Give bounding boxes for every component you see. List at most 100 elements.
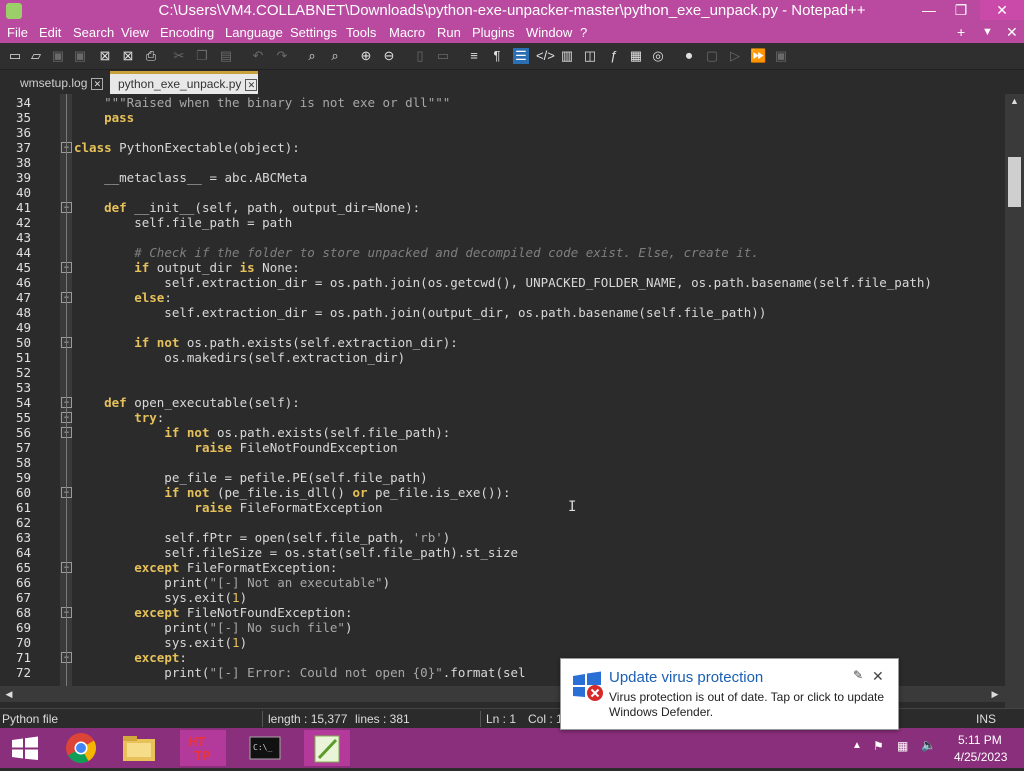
code-line[interactable]: 67 sys.exit(1) (0, 590, 1005, 605)
run-macro-multiple-icon[interactable]: ⏩ (750, 48, 766, 64)
close-icon[interactable]: ⊠ (97, 48, 113, 64)
code-line[interactable]: 63 self.fPtr = open(self.file_path, 'rb'… (0, 530, 1005, 545)
undo-icon[interactable]: ↶ (250, 48, 266, 64)
menu-macro[interactable]: Macro (389, 25, 425, 40)
code-line[interactable]: 37 class PythonExectable(object): (0, 140, 1005, 155)
redo-icon[interactable]: ↷ (274, 48, 290, 64)
close-document-button[interactable]: ✕ (1006, 24, 1018, 41)
menu-plugins[interactable]: Plugins (472, 25, 515, 40)
menu-help[interactable]: ? (580, 25, 587, 40)
code-line[interactable]: 50 if not os.path.exists(self.extraction… (0, 335, 1005, 350)
volume-icon[interactable]: 🔈 (921, 738, 936, 752)
record-macro-icon[interactable]: ⏺ (681, 48, 697, 64)
code-line[interactable]: 51 os.makedirs(self.extraction_dir) (0, 350, 1005, 365)
notification-close-icon[interactable]: ✕ (872, 668, 884, 685)
file-explorer-taskbar-icon[interactable] (116, 730, 162, 766)
playback-icon[interactable]: ▷ (727, 48, 743, 64)
code-line[interactable]: 57 raise FileNotFoundException (0, 440, 1005, 455)
code-line[interactable]: 58 (0, 455, 1005, 470)
pin-icon[interactable]: ✎ (853, 668, 863, 682)
code-line[interactable]: 69 print("[-] No such file") (0, 620, 1005, 635)
menu-tools[interactable]: Tools (346, 25, 376, 40)
print-icon[interactable]: ⎙ (143, 48, 159, 64)
scroll-up-icon[interactable]: ▲ (1005, 94, 1024, 108)
sync-horizontal-icon[interactable]: ▭ (435, 48, 451, 64)
clock-date[interactable]: 4/25/2023 (954, 750, 1007, 764)
zoom-out-icon[interactable]: ⊖ (381, 48, 397, 64)
document-list-icon[interactable]: ◫ (582, 48, 598, 64)
code-line[interactable]: 68 except FileNotFoundException: (0, 605, 1005, 620)
new-tab-button[interactable]: + (957, 24, 965, 40)
code-line[interactable]: 53 (0, 380, 1005, 395)
show-all-chars-icon[interactable]: ¶ (489, 48, 505, 64)
minimize-button[interactable]: — (914, 0, 944, 20)
replace-icon[interactable]: ⌕ (327, 48, 343, 64)
function-list-icon[interactable]: ƒ (606, 48, 622, 64)
code-line[interactable]: 70 sys.exit(1) (0, 635, 1005, 650)
code-line[interactable]: 64 self.fileSize = os.stat(self.file_pat… (0, 545, 1005, 560)
scroll-left-icon[interactable]: ◀ (2, 686, 16, 702)
scroll-thumb[interactable] (1008, 157, 1021, 207)
indent-guide-icon[interactable]: ☰ (513, 48, 529, 64)
xml-icon[interactable]: </> (536, 48, 555, 64)
code-line[interactable]: 56 if not os.path.exists(self.file_path)… (0, 425, 1005, 440)
close-button[interactable]: ✕ (980, 0, 1024, 20)
copy-icon[interactable]: ❐ (194, 48, 210, 64)
code-line[interactable]: 62 (0, 515, 1005, 530)
stop-record-icon[interactable]: ▢ (704, 48, 720, 64)
code-line[interactable]: 66 print("[-] Not an executable") (0, 575, 1005, 590)
menu-file[interactable]: File (7, 25, 28, 40)
close-all-icon[interactable]: ⊠ (120, 48, 136, 64)
code-line[interactable]: 36 (0, 125, 1005, 140)
chrome-taskbar-icon[interactable] (58, 730, 104, 766)
monitoring-icon[interactable]: ◎ (650, 48, 666, 64)
save-macro-icon[interactable]: ▣ (773, 48, 789, 64)
document-map-icon[interactable]: ▥ (559, 48, 575, 64)
sync-vertical-icon[interactable]: ▯ (412, 48, 428, 64)
code-line[interactable]: 55 try: (0, 410, 1005, 425)
zoom-in-icon[interactable]: ⊕ (358, 48, 374, 64)
clock-time[interactable]: 5:11 PM (958, 733, 1002, 747)
code-line[interactable]: 60 if not (pe_file.is_dll() or pe_file.i… (0, 485, 1005, 500)
defender-notification[interactable]: Update virus protection Virus protection… (560, 658, 899, 730)
code-line[interactable]: 54 def open_executable(self): (0, 395, 1005, 410)
tab-close-icon[interactable]: ✕ (91, 78, 104, 90)
code-line[interactable]: 52 (0, 365, 1005, 380)
menu-search[interactable]: Search (73, 25, 114, 40)
code-line[interactable]: 43 (0, 230, 1005, 245)
restore-button[interactable]: ❐ (946, 0, 976, 20)
new-file-icon[interactable]: ▭ (7, 48, 23, 64)
paste-icon[interactable]: ▤ (218, 48, 234, 64)
code-line[interactable]: 35 pass (0, 110, 1005, 125)
code-line[interactable]: 65 except FileFormatException: (0, 560, 1005, 575)
find-icon[interactable]: ⌕ (304, 48, 320, 64)
cut-icon[interactable]: ✂ (171, 48, 187, 64)
network-icon[interactable]: ▦ (897, 739, 908, 753)
folder-workspace-icon[interactable]: ▦ (628, 48, 644, 64)
code-line[interactable]: 34 """Raised when the binary is not exe … (0, 95, 1005, 110)
menu-encoding[interactable]: Encoding (160, 25, 214, 40)
scroll-right-icon[interactable]: ▶ (988, 686, 1002, 702)
code-line[interactable]: 38 (0, 155, 1005, 170)
code-line[interactable]: 40 (0, 185, 1005, 200)
save-all-icon[interactable]: ▣ (72, 48, 88, 64)
menu-edit[interactable]: Edit (39, 25, 61, 40)
tab-python-exe-unpack[interactable]: python_exe_unpack.py ✕ (110, 71, 258, 94)
code-line[interactable]: 48 self.extraction_dir = os.path.join(ou… (0, 305, 1005, 320)
code-line[interactable]: 61 raise FileFormatException (0, 500, 1005, 515)
code-line[interactable]: 41 def __init__(self, path, output_dir=N… (0, 200, 1005, 215)
menu-language[interactable]: Language (225, 25, 283, 40)
tab-wmsetup-log[interactable]: wmsetup.log ✕ (12, 73, 112, 93)
command-prompt-taskbar-icon[interactable]: C:\_ (242, 730, 288, 766)
code-line[interactable]: 44 # Check if the folder to store unpack… (0, 245, 1005, 260)
tab-list-button[interactable]: ▼ (982, 26, 993, 38)
code-line[interactable]: 45 if output_dir is None: (0, 260, 1005, 275)
code-line[interactable]: 47 else: (0, 290, 1005, 305)
code-line[interactable]: 46 self.extraction_dir = os.path.join(os… (0, 275, 1005, 290)
http-tool-taskbar-icon[interactable]: HT TP (180, 730, 226, 766)
vertical-scrollbar[interactable]: ▲ (1005, 94, 1024, 686)
save-icon[interactable]: ▣ (50, 48, 66, 64)
notepadpp-taskbar-icon[interactable] (304, 730, 350, 766)
code-editor[interactable]: 34 """Raised when the binary is not exe … (0, 94, 1024, 686)
show-hidden-icons[interactable]: ▲ (852, 740, 862, 751)
